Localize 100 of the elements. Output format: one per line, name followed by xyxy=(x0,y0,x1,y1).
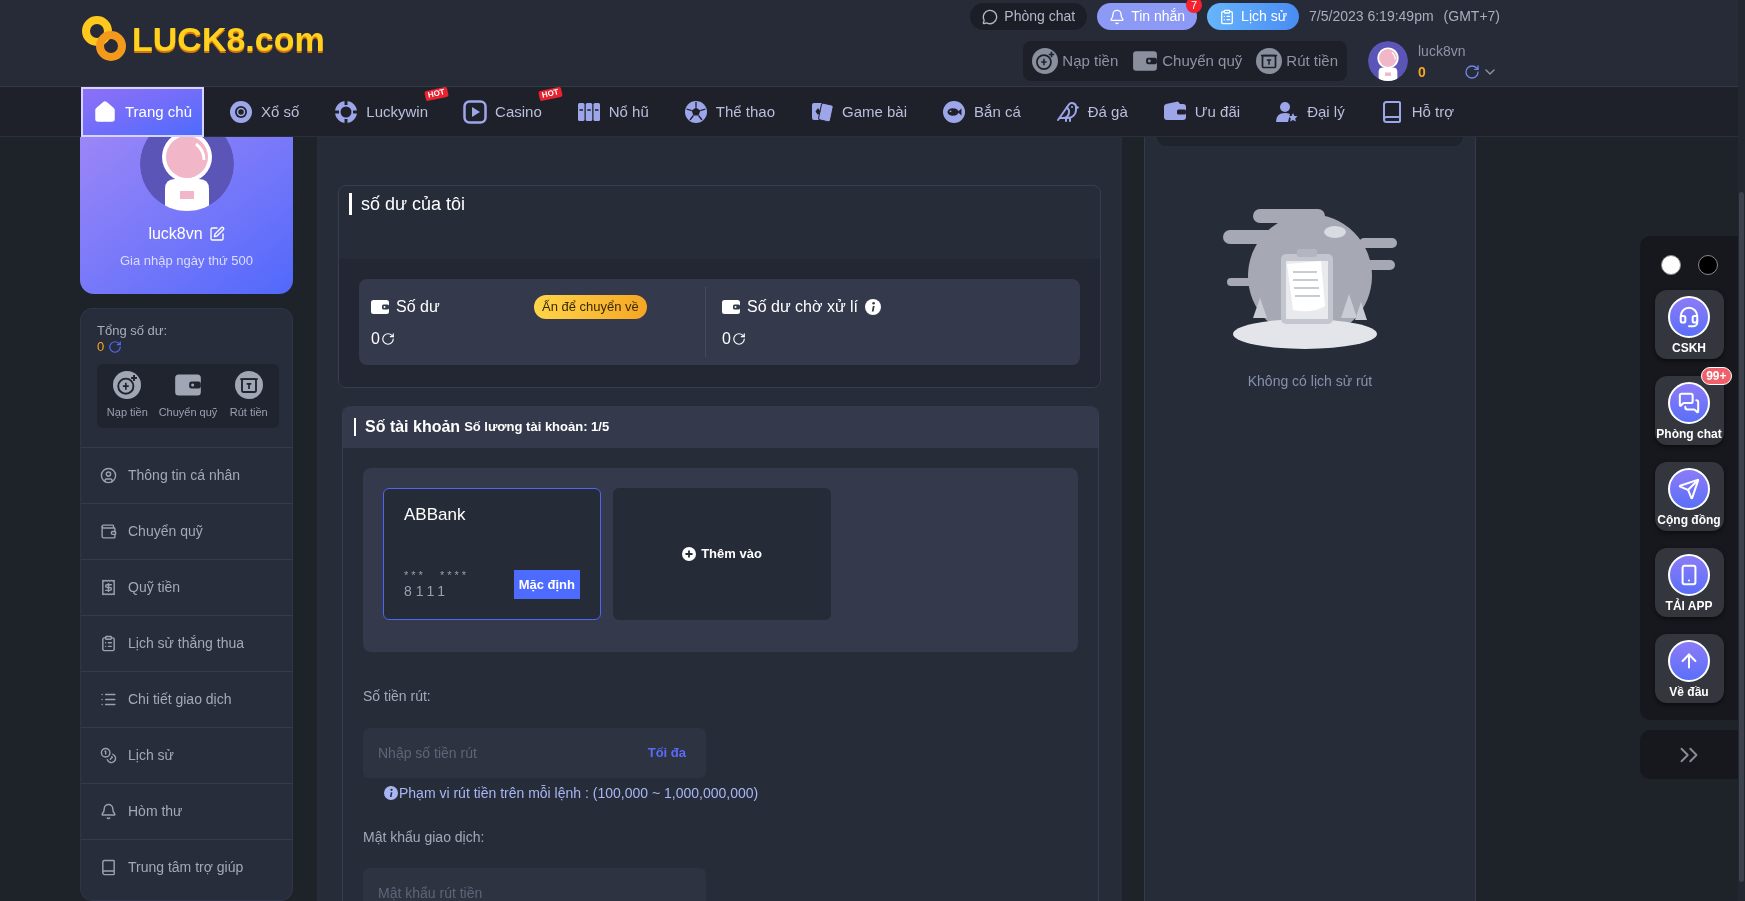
soccer-ball-icon xyxy=(683,100,708,124)
refresh-icon[interactable] xyxy=(731,332,746,346)
quick-action-button[interactable]: Chuyển quỹ xyxy=(157,371,219,421)
nav-item[interactable]: Trang chủ xyxy=(81,87,204,137)
title-accent-bar xyxy=(354,418,356,436)
coin-plus-icon xyxy=(113,371,142,400)
book-icon xyxy=(100,859,117,876)
user-star-icon xyxy=(1275,100,1300,124)
nav-item[interactable]: Bắn cá xyxy=(932,87,1031,137)
clipboard-icon xyxy=(1219,8,1236,25)
scrollbar-thumb[interactable] xyxy=(1739,192,1744,882)
account-count: Số lương tài khoản: 1/5 xyxy=(464,418,610,437)
home-icon xyxy=(93,100,117,124)
playing-cards-icon xyxy=(810,100,834,124)
bank-name: ABBank xyxy=(404,505,467,525)
coins-icon xyxy=(100,747,117,764)
float-menu-button[interactable]: Về đầu xyxy=(1654,634,1724,703)
add-account-button[interactable]: Thêm vào xyxy=(613,488,831,620)
nav-item[interactable]: Đá gà xyxy=(1045,87,1138,137)
logo-text: LUCK8.com xyxy=(132,19,325,59)
nav-item[interactable]: Xổ số xyxy=(219,87,310,137)
wallet-icon xyxy=(722,300,740,314)
transfer-back-button[interactable]: Ấn để chuyển về xyxy=(534,295,647,319)
timezone: (GMT+7) xyxy=(1443,7,1500,26)
balance-value: 0 xyxy=(722,329,731,349)
nav-item[interactable]: Hỗ trợ xyxy=(1369,87,1464,137)
section-title: số dư của tôi xyxy=(361,193,466,216)
refresh-icon[interactable] xyxy=(1463,63,1480,80)
nav-item[interactable]: Đại lý xyxy=(1265,87,1355,137)
edit-icon[interactable] xyxy=(208,226,225,242)
user-balance: 0 xyxy=(1418,62,1426,81)
atm-icon xyxy=(234,371,263,400)
bank-card[interactable]: ABBank *** **** 8111 Mặc định xyxy=(383,488,601,620)
range-note: Phạm vi rút tiền trên mỗi lệnh : (100,000 ~ 1,000,000,000) xyxy=(399,784,759,802)
menu-item[interactable]: Quỹ tiền xyxy=(81,559,292,615)
wallet-action-button[interactable]: Chuyển quỹ xyxy=(1132,48,1243,74)
total-balance-label: Tổng số dư: xyxy=(97,323,169,339)
slot-reels-icon xyxy=(576,100,601,124)
total-balance-value: 0 xyxy=(97,339,105,355)
user-circle-icon xyxy=(100,467,117,484)
nav-item[interactable]: Thể thao xyxy=(673,87,785,137)
poker-chip-icon xyxy=(334,100,359,124)
nav-item[interactable]: Nổ hũ xyxy=(566,87,659,137)
nav-item[interactable]: Ưu đãi xyxy=(1152,87,1251,137)
avatar-icon xyxy=(139,137,234,211)
bell-icon xyxy=(100,803,117,820)
bell-icon xyxy=(1109,8,1126,25)
refresh-icon[interactable] xyxy=(380,332,395,346)
chat-button[interactable]: Phòng chat xyxy=(970,3,1088,30)
phone-icon xyxy=(1668,554,1710,596)
receipt-icon xyxy=(100,579,117,596)
float-menu-button[interactable]: TẢI APP xyxy=(1654,548,1724,617)
arrow-up-icon xyxy=(1668,640,1710,682)
chat-bubbles-icon xyxy=(1668,382,1710,424)
menu-item[interactable]: Thông tin cá nhân xyxy=(81,447,292,503)
wallet-icon xyxy=(1132,48,1159,74)
menu-item[interactable]: Chuyển quỹ xyxy=(81,503,292,559)
card-last-digits: 8111 xyxy=(404,583,451,599)
menu-item[interactable]: Chi tiết giao dịch xyxy=(81,671,292,727)
balance-label: Số dư xyxy=(396,297,440,317)
chat-bubble-icon xyxy=(982,8,999,25)
empty-message: Không có lịch sử rút xyxy=(1247,373,1373,390)
username: luck8vn xyxy=(148,224,203,244)
nav-item[interactable]: Game bài xyxy=(800,87,918,137)
menu-item[interactable]: Lịch sử thắng thua xyxy=(81,615,292,671)
default-button[interactable]: Mặc định xyxy=(513,570,580,599)
wallet-action-button[interactable]: Nạp tiền xyxy=(1032,48,1119,74)
quick-action-button[interactable]: Rút tiền xyxy=(218,371,279,421)
masked-number: *** **** xyxy=(404,569,470,581)
fish-icon xyxy=(942,100,967,124)
quick-action-button[interactable]: Nạp tiền xyxy=(97,371,158,421)
username: luck8vn xyxy=(1418,41,1467,60)
target-icon xyxy=(229,100,253,124)
list-icon xyxy=(100,691,117,708)
clipboard-icon xyxy=(100,635,117,652)
count-badge: 99+ xyxy=(1701,367,1732,385)
plus-circle-icon xyxy=(682,547,697,561)
play-icon xyxy=(463,100,488,124)
wallet-icon xyxy=(371,300,389,314)
title-accent-bar xyxy=(349,193,352,215)
send-icon xyxy=(1668,468,1710,510)
coin-plus-icon xyxy=(1032,48,1059,74)
float-menu-button[interactable]: CSKH xyxy=(1654,290,1724,359)
avatar-icon xyxy=(1368,41,1408,81)
headset-icon xyxy=(1668,296,1710,338)
menu-item[interactable]: Lịch sử xyxy=(81,727,292,783)
info-icon xyxy=(384,786,398,800)
join-info: Gia nhập ngày thứ 500 xyxy=(120,253,253,269)
menu-item[interactable]: Hòm thư xyxy=(81,783,292,839)
date-time: 7/5/2023 6:19:49pm xyxy=(1309,7,1434,26)
balance-value: 0 xyxy=(371,329,380,349)
wallet-action-button[interactable]: Rút tiền xyxy=(1256,48,1338,74)
field-label: Số tiền rút: xyxy=(363,687,432,705)
float-menu-button[interactable]: Cộng đồng xyxy=(1654,462,1724,531)
notification-badge: 7 xyxy=(1186,0,1203,13)
atm-icon xyxy=(1256,48,1283,74)
balance-label: Số dư chờ xử lí xyxy=(747,297,859,317)
section-title: Số tài khoản xyxy=(365,417,461,437)
menu-item[interactable]: Trung tâm trợ giúp xyxy=(81,839,292,895)
bird-icon xyxy=(1055,100,1080,124)
